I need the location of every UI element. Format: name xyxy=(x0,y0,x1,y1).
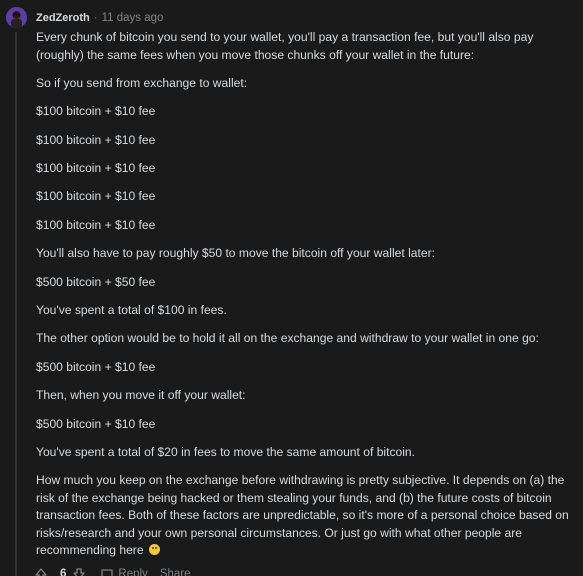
upvote-button[interactable] xyxy=(34,567,48,576)
paragraph: $500 bitcoin + $50 fee xyxy=(36,274,156,289)
paragraph: $500 bitcoin + $10 fee xyxy=(36,359,156,374)
reply-button[interactable]: Reply xyxy=(100,567,148,576)
comment-actions: 6 Reply Share xyxy=(34,566,197,576)
paragraph: $100 bitcoin + $10 fee xyxy=(36,104,156,119)
share-label: Share xyxy=(159,568,191,576)
comment: ZedZeroth · 11 days ago Every chunk of b… xyxy=(0,0,583,576)
reply-label: Reply xyxy=(118,568,148,576)
paragraph: $100 bitcoin + $10 fee xyxy=(36,189,156,204)
paragraph: $100 bitcoin + $10 fee xyxy=(36,132,156,147)
paragraph-text: How much you keep on the exchange before… xyxy=(36,473,569,558)
paragraph: You'll also have to pay roughly $50 to m… xyxy=(36,246,435,261)
avatar[interactable] xyxy=(6,7,27,28)
paragraph: You've spent a total of $100 in fees. xyxy=(36,303,227,318)
comment-bubble-icon xyxy=(101,569,114,576)
paragraph: $100 bitcoin + $10 fee xyxy=(36,217,156,232)
avatar-image xyxy=(6,7,27,28)
smiley-icon xyxy=(148,544,160,556)
paragraph: $100 bitcoin + $10 fee xyxy=(36,161,156,176)
username-link[interactable]: ZedZeroth xyxy=(36,10,90,26)
upvote-arrow-icon xyxy=(35,568,47,576)
paragraph: The other option would be to hold it all… xyxy=(36,331,539,346)
share-button[interactable]: Share xyxy=(160,568,191,576)
comment-header: ZedZeroth · 11 days ago xyxy=(36,10,163,26)
paragraph: $500 bitcoin + $10 fee xyxy=(36,416,156,431)
paragraph: Then, when you move it off your wallet: xyxy=(36,388,246,403)
thread-line[interactable] xyxy=(15,32,17,576)
downvote-button[interactable] xyxy=(72,567,86,576)
vote-count: 6 xyxy=(60,568,67,576)
separator-dot: · xyxy=(93,12,98,24)
comment-body: Every chunk of bitcoin you send to your … xyxy=(36,29,576,571)
last-paragraph: How much you keep on the exchange before… xyxy=(36,472,576,560)
downvote-arrow-icon xyxy=(73,568,86,576)
paragraph: So if you send from exchange to wallet: xyxy=(36,75,248,90)
timestamp-link[interactable]: 11 days ago xyxy=(102,10,164,26)
paragraph: You've spent a total of $20 in fees to m… xyxy=(36,444,416,459)
paragraph: Every chunk of bitcoin you send to your … xyxy=(36,30,534,62)
